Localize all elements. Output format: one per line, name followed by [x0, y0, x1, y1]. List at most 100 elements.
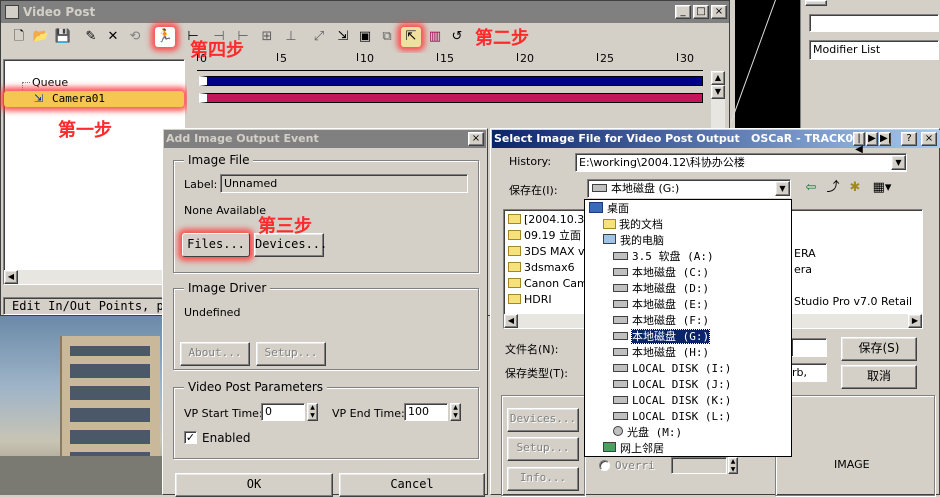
maximize-button[interactable]: □ — [693, 5, 709, 19]
camera-event-row[interactable]: ⇲ Camera01 — [4, 91, 184, 107]
file-name-input[interactable] — [791, 338, 827, 357]
image-driver-group-title: Image Driver — [184, 281, 271, 295]
modifier-panel: Modifier List — [800, 0, 940, 130]
save-sequence-icon[interactable]: 💾 — [53, 27, 73, 47]
file-item[interactable]: [2004.10.30 — [508, 212, 595, 228]
override-spinner[interactable]: ▲ ▼ — [728, 457, 738, 474]
object-name-field[interactable] — [809, 14, 939, 32]
file-item[interactable]: 3dsmax6 — [508, 260, 595, 276]
video-post-titlebar[interactable]: Video Post — [1, 1, 729, 23]
drive-icon — [613, 364, 628, 372]
dd-drive-d[interactable]: 本地磁盘 (D:) — [585, 281, 791, 297]
vp-start-input[interactable]: 0 — [261, 403, 305, 421]
save-button[interactable]: 保存(S) — [841, 337, 917, 361]
queue-hscroll[interactable]: ◀ ▶ — [4, 270, 184, 284]
dd-drive-g[interactable]: 本地磁盘 (G:) — [585, 329, 791, 345]
dd-my-documents[interactable]: 我的文档 — [585, 217, 791, 233]
dd-drive-j[interactable]: LOCAL DISK (J:) — [585, 377, 791, 393]
vp-end-label: VP End Time: — [332, 407, 405, 420]
ok-button[interactable]: OK — [175, 473, 333, 497]
file-item[interactable]: 09.19 立面 — [508, 228, 595, 244]
minimize-button[interactable]: _ — [675, 5, 691, 19]
swap-events-icon[interactable]: ⟲ — [125, 27, 145, 47]
open-sequence-icon[interactable]: 📂 — [31, 27, 51, 47]
up-folder-icon[interactable]: ⤴ — [823, 178, 843, 198]
file-setup-button[interactable]: Setup... — [507, 437, 579, 461]
dd-drive-f[interactable]: 本地磁盘 (F:) — [585, 313, 791, 329]
file-item-right[interactable]: era — [794, 262, 912, 278]
dd-cdrom[interactable]: 光盘 (M:) — [585, 425, 791, 441]
add-scene-event-icon[interactable]: ⤢ — [309, 27, 329, 47]
nav-last-button[interactable]: ▶| — [879, 132, 891, 146]
new-sequence-icon[interactable]: 🗋 — [9, 27, 29, 47]
help-button[interactable]: ? — [901, 132, 917, 146]
dd-drive-l[interactable]: LOCAL DISK (L:) — [585, 409, 791, 425]
edit-event-icon[interactable]: ✎ — [81, 27, 101, 47]
vp-end-input[interactable]: 100 — [404, 403, 448, 421]
add-image-output-titlebar[interactable]: Add Image Output Event — [164, 130, 486, 148]
delete-event-icon[interactable]: ✕ — [103, 27, 123, 47]
dd-drive-h[interactable]: 本地磁盘 (H:) — [585, 345, 791, 361]
dialog-close-button[interactable]: × — [468, 132, 484, 146]
nav-next-button[interactable]: ▶ — [866, 132, 878, 146]
tick-30: 30 — [680, 52, 694, 65]
new-folder-icon[interactable]: ✱ — [845, 178, 865, 198]
dd-drive-i[interactable]: LOCAL DISK (I:) — [585, 361, 791, 377]
enabled-checkbox[interactable]: ✓ — [184, 431, 197, 444]
driver-setup-button[interactable]: Setup... — [256, 342, 326, 366]
history-dropdown-arrow[interactable]: ▼ — [891, 155, 906, 170]
dd-floppy[interactable]: 3.5 软盘 (A:) — [585, 249, 791, 265]
add-image-filter-icon[interactable]: ▣ — [355, 27, 375, 47]
vp-end-spinner[interactable]: ▲ ▼ — [450, 403, 461, 421]
view-menu-icon[interactable]: ▦▾ — [869, 178, 895, 198]
add-image-output-icon[interactable]: ⇱ — [401, 27, 421, 47]
file-item-right[interactable] — [794, 278, 912, 294]
dd-drive-k[interactable]: LOCAL DISK (K:) — [585, 393, 791, 409]
about-button[interactable]: About... — [180, 342, 250, 366]
dd-drive-e[interactable]: 本地磁盘 (E:) — [585, 297, 791, 313]
file-item[interactable]: 3DS MAX v7. — [508, 244, 595, 260]
override-radio[interactable] — [599, 460, 610, 471]
tick-20: 20 — [520, 52, 534, 65]
cancel-button[interactable]: Cancel — [339, 473, 485, 497]
dd-my-computer[interactable]: 我的电脑 — [585, 233, 791, 249]
modifier-list-dropdown[interactable]: Modifier List — [809, 40, 939, 60]
dd-drive-c[interactable]: 本地磁盘 (C:) — [585, 265, 791, 281]
file-item-right[interactable]: Studio Pro v7.0 Retail — [794, 294, 912, 310]
history-label: History: — [509, 155, 552, 168]
execute-sequence-icon[interactable]: 🏃 — [155, 27, 175, 47]
queue-range-bar[interactable] — [199, 76, 703, 86]
drive-icon — [613, 412, 628, 420]
image-preview-label: IMAGE — [834, 458, 870, 471]
add-loop-event-icon[interactable]: ↺ — [447, 27, 467, 47]
back-icon[interactable]: ⇦ — [801, 178, 821, 198]
close-button[interactable]: × — [711, 5, 727, 19]
add-external-event-icon[interactable]: ▥ — [425, 27, 445, 47]
step1-annotation: 第一步 — [58, 120, 112, 141]
file-cancel-button[interactable]: 取消 — [841, 365, 917, 389]
image-file-group-title: Image File — [184, 153, 254, 167]
camera-range-bar[interactable] — [199, 93, 703, 103]
abut-selected-icon[interactable]: ⊥ — [281, 27, 301, 47]
dd-desktop[interactable]: 桌面 — [585, 201, 791, 217]
file-item-right[interactable]: ERA — [794, 246, 912, 262]
dd-network[interactable]: 网上邻居 — [585, 441, 791, 457]
file-devices-button[interactable]: Devices... — [507, 408, 579, 432]
vp-start-spinner[interactable]: ▲ ▼ — [307, 403, 318, 421]
save-in-dropdown-arrow[interactable]: ▼ — [775, 181, 790, 196]
save-in-dropdown[interactable]: 本地磁盘 (G:) — [587, 179, 791, 198]
select-file-close-button[interactable]: × — [921, 132, 937, 146]
add-image-input-icon[interactable]: ⇲ — [333, 27, 353, 47]
make-same-size-icon[interactable]: ⊞ — [257, 27, 277, 47]
files-button[interactable]: Files... — [182, 233, 250, 257]
history-dropdown[interactable]: E:\working\2004.12\科协办公楼 — [575, 153, 907, 172]
file-info-button[interactable]: Info... — [507, 467, 579, 491]
override-input[interactable] — [671, 457, 727, 474]
file-item[interactable]: HDRI — [508, 292, 595, 308]
nav-first-button[interactable]: |◀ — [853, 132, 865, 155]
add-image-layer-icon[interactable]: ⧉ — [377, 27, 397, 47]
queue-item[interactable]: Queue — [32, 76, 68, 89]
label-input[interactable]: Unnamed — [220, 174, 468, 193]
file-item[interactable]: Canon Came — [508, 276, 595, 292]
save-type-dropdown[interactable]: rb, — [789, 363, 827, 382]
